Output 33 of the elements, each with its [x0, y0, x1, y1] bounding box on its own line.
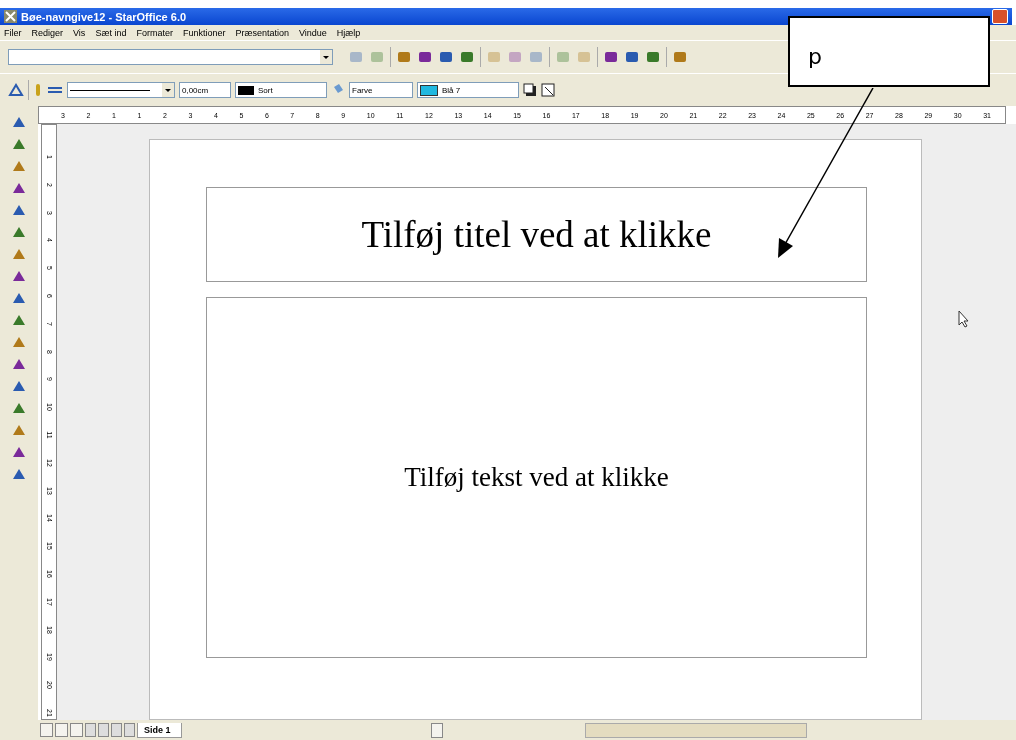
- close-button[interactable]: [992, 9, 1008, 24]
- menu-item[interactable]: Filer: [4, 27, 22, 38]
- page-tab[interactable]: Side 1: [137, 722, 182, 738]
- scroll-left-button[interactable]: [430, 722, 443, 738]
- text-placeholder[interactable]: Tilføj tekst ved at klikke: [206, 297, 867, 658]
- line-width-field[interactable]: 0,00cm: [179, 82, 231, 98]
- line-color-combo[interactable]: Sort: [235, 82, 327, 98]
- menu-item[interactable]: Formater: [136, 27, 173, 38]
- last-page-button[interactable]: [124, 723, 135, 737]
- frame-icon[interactable]: [541, 83, 555, 97]
- menu-item[interactable]: Funktioner: [182, 27, 226, 38]
- mouse-pointer-icon: [958, 310, 970, 328]
- menu-item[interactable]: Præsentation: [235, 27, 289, 38]
- drawing-view-button[interactable]: [40, 723, 53, 737]
- next-page-button[interactable]: [111, 723, 122, 737]
- previous-page-button[interactable]: [98, 723, 109, 737]
- first-page-button[interactable]: [85, 723, 96, 737]
- menu-item[interactable]: Rediger: [31, 27, 64, 38]
- area-style-combo[interactable]: Farve: [349, 82, 413, 98]
- app-icon: [4, 10, 17, 23]
- menu-item[interactable]: Vindue: [299, 27, 327, 38]
- outline-view-button[interactable]: [55, 723, 68, 737]
- menu-item[interactable]: Sæt ind: [95, 27, 127, 38]
- menu-item[interactable]: Vis: [73, 27, 86, 38]
- line-style-combo[interactable]: [67, 82, 175, 98]
- scroll-thumb[interactable]: [584, 722, 807, 738]
- title-placeholder[interactable]: Tilføj titel ved at klikke: [206, 187, 867, 282]
- window-title: Bøe-navngive12 - StarOffice 6.0: [21, 10, 187, 23]
- notes-view-button[interactable]: [70, 723, 83, 737]
- shadow-icon[interactable]: [523, 83, 537, 97]
- callout-text: p: [808, 44, 822, 69]
- area-color-combo[interactable]: Blå 7: [417, 82, 519, 98]
- menu-item[interactable]: Hjælp: [336, 27, 361, 38]
